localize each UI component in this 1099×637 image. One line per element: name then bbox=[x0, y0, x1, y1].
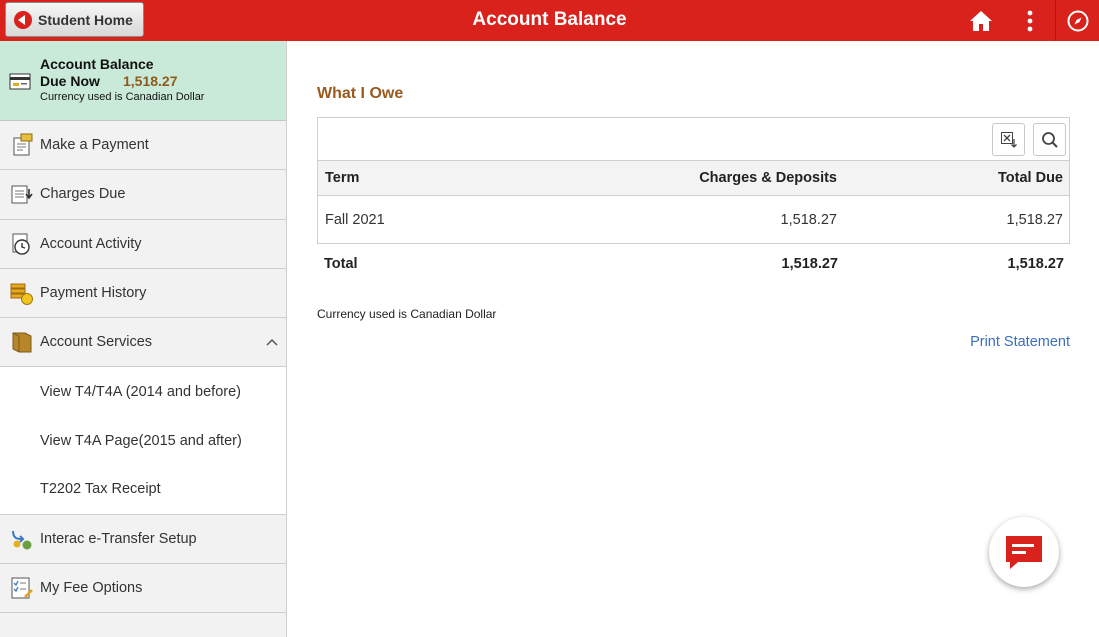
account-services-submenu: View T4/T4A (2014 and before) View T4A P… bbox=[0, 367, 286, 515]
chat-message-icon bbox=[1006, 536, 1042, 569]
print-statement-link[interactable]: Print Statement bbox=[970, 334, 1070, 350]
folder-icon bbox=[10, 330, 34, 354]
interac-transfer-icon bbox=[10, 527, 34, 551]
charges-due-icon bbox=[10, 182, 34, 206]
export-excel-icon bbox=[1000, 131, 1017, 148]
submenu-item-t2202[interactable]: T2202 Tax Receipt bbox=[0, 465, 286, 514]
student-home-button[interactable]: Student Home bbox=[5, 2, 144, 37]
navbar-compass-icon[interactable] bbox=[1059, 0, 1097, 41]
sidebar-item-make-a-payment[interactable]: Make a Payment bbox=[0, 121, 286, 171]
sidebar-item-charges-due[interactable]: Charges Due bbox=[0, 170, 286, 220]
chat-button[interactable] bbox=[989, 517, 1059, 587]
sidebar-item-account-services[interactable]: Account Services bbox=[0, 318, 286, 368]
student-home-label: Student Home bbox=[38, 11, 133, 28]
table-row[interactable]: Fall 2021 1,518.27 1,518.27 bbox=[318, 196, 1069, 243]
account-card-icon bbox=[9, 71, 33, 96]
column-header-total-due[interactable]: Total Due bbox=[998, 161, 1063, 195]
summary-currency-note: Currency used is Canadian Dollar bbox=[40, 91, 205, 103]
sidebar-item-interac-transfer[interactable]: Interac e-Transfer Setup bbox=[0, 515, 286, 564]
summary-title: Account Balance bbox=[40, 56, 154, 72]
cell-term: Fall 2021 bbox=[325, 211, 385, 228]
export-excel-button[interactable] bbox=[992, 123, 1025, 156]
chevron-up-icon[interactable] bbox=[266, 333, 278, 351]
totals-charges: 1,518.27 bbox=[781, 256, 838, 272]
sidebar-item-account-activity[interactable]: Account Activity bbox=[0, 220, 286, 269]
sidebar-item-label: Interac e-Transfer Setup bbox=[40, 530, 197, 547]
account-balance-summary[interactable]: Account Balance Due Now 1,518.27 Currenc… bbox=[0, 41, 286, 121]
sidebar-item-payment-history[interactable]: Payment History bbox=[0, 269, 286, 319]
column-header-term[interactable]: Term bbox=[325, 161, 359, 195]
fee-options-checklist-icon bbox=[10, 576, 34, 600]
summary-due-label: Due Now bbox=[40, 73, 100, 89]
sidebar-item-label: Make a Payment bbox=[40, 137, 149, 154]
account-activity-icon bbox=[10, 232, 34, 256]
cell-charges: 1,518.27 bbox=[780, 211, 837, 228]
column-header-charges-deposits[interactable]: Charges & Deposits bbox=[699, 161, 837, 195]
sidebar-item-my-fee-options[interactable]: My Fee Options bbox=[0, 564, 286, 614]
what-i-owe-grid: Term Charges & Deposits Total Due Fall 2… bbox=[317, 117, 1070, 244]
search-icon bbox=[1041, 131, 1058, 148]
sidebar-item-label: Payment History bbox=[40, 285, 147, 302]
submenu-item-t4a-2015[interactable]: View T4A Page(2015 and after) bbox=[0, 416, 286, 465]
cell-total-due: 1,518.27 bbox=[1006, 211, 1063, 228]
payment-history-coins-icon bbox=[10, 281, 34, 306]
search-button[interactable] bbox=[1033, 123, 1066, 156]
sidebar-item-label: Charges Due bbox=[40, 186, 126, 203]
main-content: What I Owe Term Charges & Deposits Total… bbox=[287, 41, 1099, 637]
sidebar-item-label: My Fee Options bbox=[40, 579, 143, 596]
more-vertical-icon[interactable] bbox=[1014, 0, 1046, 41]
sidebar: Account Balance Due Now 1,518.27 Currenc… bbox=[0, 41, 287, 637]
totals-row: Total 1,518.27 1,518.27 bbox=[317, 244, 1070, 284]
totals-label: Total bbox=[324, 256, 358, 272]
page-title: Account Balance bbox=[472, 9, 627, 30]
sidebar-item-label: Account Activity bbox=[40, 235, 142, 252]
back-arrow-icon bbox=[14, 10, 32, 29]
header-divider bbox=[1055, 0, 1056, 41]
grid-toolbar bbox=[318, 118, 1069, 161]
section-title: What I Owe bbox=[317, 85, 404, 102]
payment-form-icon bbox=[10, 133, 34, 157]
currency-note: Currency used is Canadian Dollar bbox=[317, 307, 497, 321]
submenu-item-t4-t4a-2014[interactable]: View T4/T4A (2014 and before) bbox=[0, 367, 286, 416]
grid-header-row: Term Charges & Deposits Total Due bbox=[318, 161, 1069, 196]
totals-total-due: 1,518.27 bbox=[1007, 256, 1064, 272]
sidebar-item-label: Account Services bbox=[40, 334, 153, 351]
app-header: Student Home Account Balance bbox=[0, 0, 1099, 41]
home-icon[interactable] bbox=[963, 0, 999, 41]
summary-due-value: 1,518.27 bbox=[123, 73, 178, 89]
